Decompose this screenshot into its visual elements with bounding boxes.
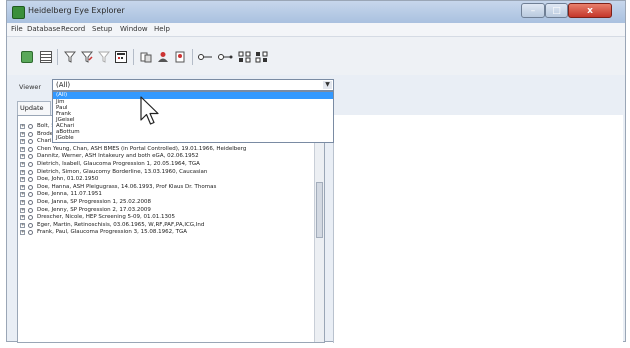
detail-pane bbox=[333, 115, 623, 343]
expand-icon[interactable]: + bbox=[20, 131, 25, 137]
database-icon[interactable] bbox=[40, 51, 52, 63]
person-import-icon[interactable] bbox=[174, 51, 186, 63]
expand-icon[interactable]: + bbox=[20, 139, 25, 145]
patient-node-icon bbox=[28, 146, 33, 152]
tab-update[interactable]: Update bbox=[17, 101, 51, 115]
viewer-combobox[interactable]: (All) ▼ bbox=[52, 79, 334, 91]
table-row[interactable]: + Doe, John, 01.02.1950 bbox=[18, 176, 314, 184]
expand-icon[interactable]: + bbox=[20, 169, 25, 175]
toolbar-separator bbox=[57, 49, 58, 65]
viewer-selected-value: (All) bbox=[56, 81, 71, 89]
patient-node-icon bbox=[28, 215, 33, 221]
patient-name: Dannitz, Werner, ASH Intakeury and both … bbox=[37, 153, 199, 160]
table-row[interactable]: + Chen Yeung, Chan, ASH BMES (in Portal C… bbox=[18, 146, 314, 154]
patient-node-icon bbox=[28, 222, 33, 228]
expand-icon[interactable]: + bbox=[20, 192, 25, 198]
expand-icon[interactable]: + bbox=[20, 184, 25, 190]
patient-name: Dietrich, Simon, Glaucomy Borderline, 13… bbox=[37, 168, 208, 175]
viewer-label: Viewer bbox=[19, 83, 42, 91]
patient-name: Doe, Jenny, SP Progression 2, 17.03.2009 bbox=[37, 206, 151, 213]
title-bar[interactable]: Heidelberg Eye Explorer – □ x bbox=[7, 1, 625, 23]
expand-icon[interactable]: + bbox=[20, 215, 25, 221]
scrollbar-thumb[interactable] bbox=[316, 182, 323, 238]
expand-icon[interactable]: + bbox=[20, 146, 25, 152]
expand-icon[interactable]: + bbox=[20, 199, 25, 205]
toolbar-separator bbox=[133, 49, 134, 65]
patient-node-icon bbox=[28, 139, 33, 145]
menu-record[interactable]: Record bbox=[61, 25, 85, 33]
table-row[interactable]: + Drescher, Nicole, HEP Screening 5-09, 0… bbox=[18, 214, 314, 222]
patient-tree[interactable]: +Bolt, Stefanie, SP 92-0527 Geographic A… bbox=[17, 115, 325, 343]
toolbar-separator bbox=[192, 49, 193, 65]
patient-node-icon bbox=[28, 184, 33, 190]
expand-icon[interactable]: + bbox=[20, 154, 25, 160]
calendar-icon[interactable] bbox=[115, 51, 127, 63]
viewer-option[interactable]: JGoble bbox=[53, 135, 333, 142]
patient-node-icon bbox=[28, 169, 33, 175]
viewer-dropdown-list: (All) Jim Paul Frank JGeisel AChari aBot… bbox=[52, 91, 334, 143]
menu-window[interactable]: Window bbox=[120, 25, 148, 33]
connect-multiple-icon[interactable] bbox=[218, 51, 234, 63]
patient-name: Drescher, Nicole, HEP Screening 5-09, 01… bbox=[37, 214, 176, 221]
minimize-button[interactable]: – bbox=[521, 3, 545, 18]
patient-node-icon bbox=[28, 161, 33, 167]
filter-icon[interactable] bbox=[63, 51, 77, 63]
patient-node-icon bbox=[28, 207, 33, 213]
table-row[interactable]: + Dietrich, Simon, Glaucomy Borderline, 1… bbox=[18, 169, 314, 177]
patient-name: Doe, John, 01.02.1950 bbox=[37, 176, 99, 183]
patient-name: Doe, Hanna, ASH Pleigugrass, 14.06.1993,… bbox=[37, 183, 217, 190]
patient-name: Eger, Martin, Retinoschisis, 03.06.1965,… bbox=[37, 221, 205, 228]
menu-bar: File Database Record Setup Window Help bbox=[7, 23, 625, 37]
toolbar bbox=[7, 37, 625, 75]
expand-icon[interactable]: + bbox=[20, 161, 25, 167]
filter-clear-icon[interactable] bbox=[97, 51, 111, 63]
expand-icon[interactable]: + bbox=[20, 207, 25, 213]
patient-name: Doe, Janna, SP Progression 1, 25.02.2008 bbox=[37, 198, 151, 205]
close-button[interactable]: x bbox=[568, 3, 612, 18]
menu-help[interactable]: Help bbox=[154, 25, 170, 33]
table-row[interactable]: + Doe, Hanna, ASH Pleigugrass, 14.06.1993… bbox=[18, 184, 314, 192]
patient-name: Doe, Jenna, 11.07.1951 bbox=[37, 191, 102, 198]
merge-icon[interactable] bbox=[140, 51, 152, 63]
mouse-pointer-icon bbox=[140, 96, 162, 128]
patient-node-icon bbox=[28, 192, 33, 198]
patient-node-icon bbox=[28, 199, 33, 205]
viewer-option[interactable]: (All) bbox=[53, 92, 333, 99]
app-icon bbox=[12, 6, 25, 19]
expand-icon[interactable]: + bbox=[20, 177, 25, 183]
table-row[interactable]: + Frank, Paul, Glaucoma Progression 3, 15… bbox=[18, 229, 314, 237]
table-row[interactable]: + Eger, Martin, Retinoschisis, 03.06.1965… bbox=[18, 222, 314, 230]
patient-name: Dietrich, Isabell, Glaucoma Progression … bbox=[37, 160, 200, 167]
patient-list-icon[interactable] bbox=[21, 51, 33, 63]
patient-node-icon bbox=[28, 124, 33, 129]
table-row[interactable]: + Dietrich, Isabell, Glaucoma Progression… bbox=[18, 161, 314, 169]
expand-icon[interactable]: + bbox=[20, 230, 25, 236]
patient-node-icon bbox=[28, 230, 33, 236]
menu-database[interactable]: Database bbox=[27, 25, 60, 33]
patient-node-icon bbox=[28, 131, 33, 137]
table-row[interactable]: + Doe, Jenny, SP Progression 2, 17.03.200… bbox=[18, 207, 314, 215]
table-row[interactable]: + Doe, Janna, SP Progression 1, 25.02.200… bbox=[18, 199, 314, 207]
person-icon[interactable] bbox=[157, 51, 169, 63]
network-icon[interactable] bbox=[238, 51, 252, 63]
menu-setup[interactable]: Setup bbox=[92, 25, 112, 33]
patient-name: Frank, Paul, Glaucoma Progression 3, 15.… bbox=[37, 229, 187, 236]
table-row[interactable]: + Doe, Jenna, 11.07.1951 bbox=[18, 191, 314, 199]
filter-edit-icon[interactable] bbox=[80, 51, 94, 63]
menu-file[interactable]: File bbox=[11, 25, 23, 33]
table-row[interactable]: + Dannitz, Werner, ASH Intakeury and both… bbox=[18, 153, 314, 161]
application-window: Heidelberg Eye Explorer – □ x File Datab… bbox=[6, 0, 626, 343]
chevron-down-icon[interactable]: ▼ bbox=[323, 81, 332, 89]
patient-node-icon bbox=[28, 154, 33, 160]
patient-name: Chen Yeung, Chan, ASH BMES (in Portal Co… bbox=[37, 145, 247, 152]
network-multiple-icon[interactable] bbox=[255, 51, 269, 63]
window-title: Heidelberg Eye Explorer bbox=[28, 6, 125, 15]
maximize-button[interactable]: □ bbox=[545, 3, 568, 18]
vertical-scrollbar[interactable] bbox=[314, 116, 324, 342]
expand-icon[interactable]: + bbox=[20, 222, 25, 228]
connect-icon[interactable] bbox=[198, 51, 214, 63]
expand-icon[interactable]: + bbox=[20, 124, 25, 129]
patient-node-icon bbox=[28, 177, 33, 183]
